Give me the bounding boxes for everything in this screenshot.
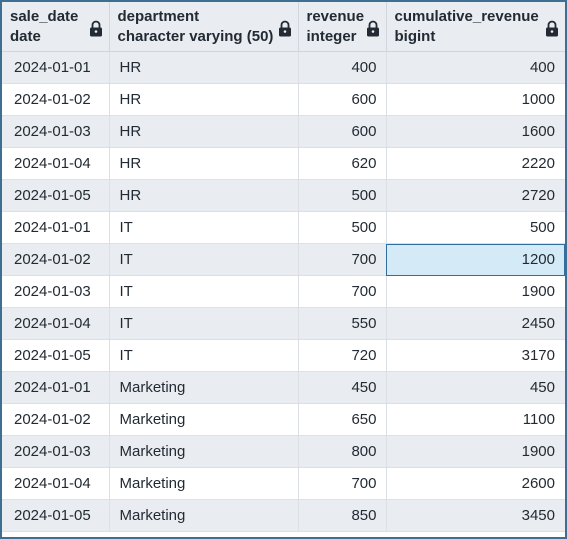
cell-cumulative-revenue[interactable]: 2720 [386,179,565,212]
column-header-department[interactable]: department character varying (50) [109,2,299,52]
cell-cumulative-revenue[interactable]: 500 [386,211,565,244]
cell-revenue[interactable]: 650 [298,403,387,436]
table-row: 2024-01-02 HR 600 1000 [2,83,565,116]
lock-icon [89,20,102,37]
cell-revenue[interactable]: 850 [298,499,387,532]
cell-sale-date[interactable]: 2024-01-01 [2,211,110,244]
table-row: 2024-01-04 IT 550 2450 [2,307,565,340]
table-row: 2024-01-03 HR 600 1600 [2,115,565,148]
cell-cumulative-revenue[interactable]: 3450 [386,499,565,532]
cell-sale-date[interactable]: 2024-01-04 [2,307,110,340]
table-row: 2024-01-03 IT 700 1900 [2,275,565,308]
selected-cell-cumulative-revenue[interactable]: 1200 [386,243,565,276]
cell-revenue[interactable]: 400 [298,51,387,84]
cell-cumulative-revenue[interactable]: 1900 [386,275,565,308]
cell-sale-date[interactable]: 2024-01-05 [2,179,110,212]
cell-cumulative-revenue[interactable]: 400 [386,51,565,84]
cell-sale-date[interactable]: 2024-01-02 [2,403,110,436]
cell-department[interactable]: Marketing [109,435,299,468]
cell-sale-date[interactable]: 2024-01-02 [2,243,110,276]
cell-sale-date[interactable]: 2024-01-03 [2,435,110,468]
cell-cumulative-revenue[interactable]: 3170 [386,339,565,372]
table-row: 2024-01-02 IT 700 1200 [2,243,565,276]
cell-cumulative-revenue[interactable]: 1000 [386,83,565,116]
cell-department[interactable]: Marketing [109,467,299,500]
cell-revenue[interactable]: 720 [298,339,387,372]
cell-sale-date[interactable]: 2024-01-04 [2,147,110,180]
column-type: character varying (50) [117,28,274,45]
result-rows: 2024-01-01 HR 400 400 2024-01-02 HR 600 … [2,51,565,532]
cell-department[interactable]: Marketing [109,403,299,436]
cell-sale-date[interactable]: 2024-01-01 [2,371,110,404]
table-row: 2024-01-02 Marketing 650 1100 [2,403,565,436]
cell-department[interactable]: IT [109,275,299,308]
column-name: department [117,8,200,25]
column-header-sale-date[interactable]: sale_date date [2,2,110,52]
cell-revenue[interactable]: 500 [298,179,387,212]
lock-icon [366,20,379,37]
cell-department[interactable]: IT [109,211,299,244]
table-row: 2024-01-03 Marketing 800 1900 [2,435,565,468]
cell-cumulative-revenue[interactable]: 450 [386,371,565,404]
cell-cumulative-revenue[interactable]: 2450 [386,307,565,340]
table-row: 2024-01-04 HR 620 2220 [2,147,565,180]
cell-department[interactable]: HR [109,51,299,84]
table-row: 2024-01-01 HR 400 400 [2,51,565,84]
column-header-cumulative-revenue[interactable]: cumulative_revenue bigint [386,2,565,52]
cell-cumulative-revenue[interactable]: 1100 [386,403,565,436]
cell-revenue[interactable]: 500 [298,211,387,244]
cell-sale-date[interactable]: 2024-01-03 [2,115,110,148]
column-type: bigint [394,28,436,45]
table-row: 2024-01-04 Marketing 700 2600 [2,467,565,500]
cell-department[interactable]: HR [109,115,299,148]
cell-department[interactable]: Marketing [109,499,299,532]
cell-department[interactable]: HR [109,83,299,116]
cell-revenue[interactable]: 700 [298,243,387,276]
cell-cumulative-revenue[interactable]: 2600 [386,467,565,500]
result-table: sale_date date department character vary… [2,2,565,532]
cell-revenue[interactable]: 700 [298,467,387,500]
cell-revenue[interactable]: 620 [298,147,387,180]
cell-department[interactable]: Marketing [109,371,299,404]
cell-cumulative-revenue[interactable]: 2220 [386,147,565,180]
table-row: 2024-01-01 IT 500 500 [2,211,565,244]
cell-department[interactable]: IT [109,307,299,340]
cell-revenue[interactable]: 450 [298,371,387,404]
lock-icon [546,20,558,37]
query-result-grid: sale_date date department character vary… [0,0,567,539]
cell-revenue[interactable]: 550 [298,307,387,340]
cell-revenue[interactable]: 700 [298,275,387,308]
cell-revenue[interactable]: 600 [298,115,387,148]
table-row: 2024-01-05 HR 500 2720 [2,179,565,212]
table-row: 2024-01-01 Marketing 450 450 [2,371,565,404]
cell-sale-date[interactable]: 2024-01-05 [2,499,110,532]
cell-cumulative-revenue[interactable]: 1600 [386,115,565,148]
cell-department[interactable]: IT [109,243,299,276]
lock-icon [278,20,291,37]
cell-sale-date[interactable]: 2024-01-04 [2,467,110,500]
cell-revenue[interactable]: 600 [298,83,387,116]
cell-department[interactable]: IT [109,339,299,372]
cell-revenue[interactable]: 800 [298,435,387,468]
table-row: 2024-01-05 Marketing 850 3450 [2,499,565,532]
cell-department[interactable]: HR [109,179,299,212]
column-header-revenue[interactable]: revenue integer [298,2,387,52]
table-row: 2024-01-05 IT 720 3170 [2,339,565,372]
cell-sale-date[interactable]: 2024-01-02 [2,83,110,116]
cell-sale-date[interactable]: 2024-01-03 [2,275,110,308]
cell-cumulative-revenue[interactable]: 1900 [386,435,565,468]
cell-sale-date[interactable]: 2024-01-01 [2,51,110,84]
cell-department[interactable]: HR [109,147,299,180]
header-row: sale_date date department character vary… [2,2,565,52]
column-name: cumulative_revenue [394,8,539,25]
cell-sale-date[interactable]: 2024-01-05 [2,339,110,372]
